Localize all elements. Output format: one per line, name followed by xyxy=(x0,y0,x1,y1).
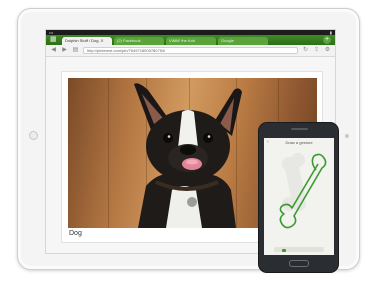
photo-caption: Dog xyxy=(69,230,82,237)
refresh-icon[interactable]: ↻ xyxy=(302,47,309,54)
forward-icon[interactable]: ▶ xyxy=(61,47,68,54)
bone-gesture-drawing[interactable] xyxy=(264,138,334,255)
browser-toolbar: ◀ ▶ ▤ http://pinterest.com/pin/764971800… xyxy=(46,45,335,57)
tab-label: Google xyxy=(221,38,234,43)
share-icon[interactable]: ⇪ xyxy=(313,47,320,54)
tab-dolphin-stuff[interactable]: Dolphin Stuff / Dog. X xyxy=(62,37,112,45)
phone-speaker xyxy=(291,128,308,130)
url-text: http://pinterest.com/pin/764971800578075… xyxy=(87,48,166,53)
bookmark-icon[interactable]: ▤ xyxy=(72,47,79,54)
tablet-camera xyxy=(345,134,349,138)
url-field[interactable]: http://pinterest.com/pin/764971800578075… xyxy=(83,47,298,54)
tab-label: (2) Facebook xyxy=(117,38,141,43)
plus-icon[interactable]: + xyxy=(323,36,331,44)
tab-label: Dolphin Stuff / Dog. X xyxy=(65,38,104,43)
tab-google[interactable]: Google xyxy=(218,37,268,45)
tab-label: VIMM' the Koh xyxy=(169,38,196,43)
gear-icon[interactable]: ⚙ xyxy=(324,47,331,54)
tablet-home-button[interactable] xyxy=(29,131,38,140)
back-icon[interactable]: ◀ xyxy=(50,47,57,54)
browser-tab-bar: ▦ Dolphin Stuff / Dog. X (2) Facebook VI… xyxy=(46,35,335,45)
tab-vimm[interactable]: VIMM' the Koh xyxy=(166,37,216,45)
phone-home-button[interactable] xyxy=(289,260,309,267)
tab-facebook[interactable]: (2) Facebook xyxy=(114,37,164,45)
smartphone: ‹ Draw a gesture xyxy=(258,122,339,273)
grid-icon[interactable]: ▦ xyxy=(50,36,57,43)
phone-screen: ‹ Draw a gesture xyxy=(264,138,334,255)
gesture-indicator xyxy=(282,249,286,252)
